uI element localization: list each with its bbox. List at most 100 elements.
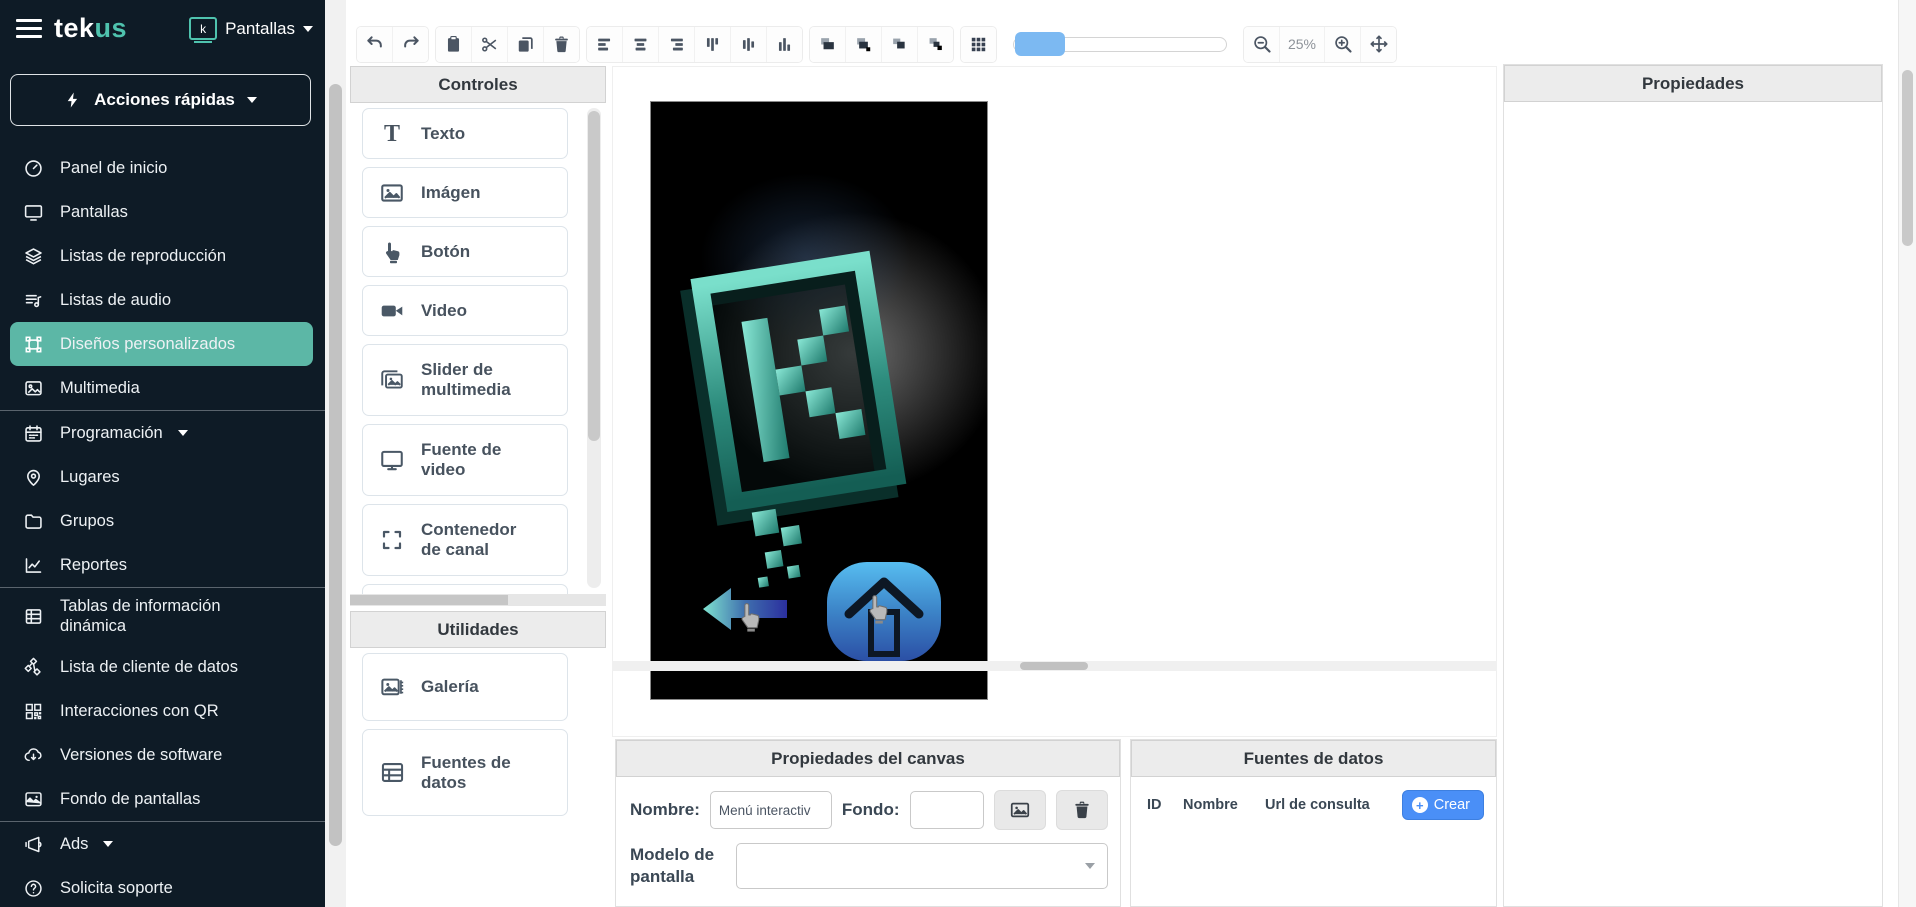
align-top-icon [703,35,722,54]
sidebar-item-ads[interactable]: Ads [0,822,325,866]
sidebar-item-solicita-soporte[interactable]: Solicita soporte [0,866,325,907]
screen-model-select[interactable] [736,843,1108,889]
sidebar-item-disenos-personalizados[interactable]: Diseños personalizados [10,322,313,366]
utility-galeria[interactable]: Galería [362,653,568,721]
send-backward-icon [890,35,909,54]
chevron-down-icon [247,97,257,103]
canvas-horizontal-scrollbar-thumb[interactable] [1020,662,1088,670]
bring-to-front-icon [818,35,837,54]
sidebar-item-multimedia[interactable]: Multimedia [0,366,325,410]
canvas-properties-row-1: Nombre: Fondo: [616,777,1120,830]
align-middle-icon [739,35,758,54]
bolt-icon [64,90,82,110]
data-sources-table-header: ID Nombre Url de consulta + Crear [1131,777,1496,820]
bring-to-front-button[interactable] [810,27,846,62]
quick-actions-button[interactable]: Acciones rápidas [10,74,311,126]
software-versions-icon [22,745,45,766]
canvas-horizontal-scrollbar [612,661,1497,671]
hamburger-menu-icon[interactable] [16,19,42,38]
controls-vertical-scrollbar-thumb[interactable] [588,111,600,441]
chevron-down-icon [103,841,113,847]
canvas-name-input[interactable] [710,791,832,829]
create-data-source-button[interactable]: + Crear [1402,790,1484,820]
bring-forward-icon [854,35,873,54]
scissors-icon [480,35,499,54]
canvas-properties-header: Propiedades del canvas [616,740,1120,777]
utility-fuentes-de-datos[interactable]: Fuentes de datos [362,729,568,816]
data-sources-panel: Fuentes de datos ID Nombre Url de consul… [1130,739,1497,907]
choose-background-image-button[interactable] [994,790,1046,830]
sidebar-item-pantallas[interactable]: Pantallas [0,190,325,234]
sidebar-item-tablas-de-informacion-dinamica[interactable]: Tablas de información dinámica [0,588,325,645]
zoom-out-icon [1252,34,1272,54]
controls-horizontal-scrollbar-thumb[interactable] [350,595,508,605]
image-icon [363,180,421,206]
sidebar-item-reportes[interactable]: Reportes [0,543,325,587]
chevron-down-icon [1085,863,1095,869]
control-imagen[interactable]: Imágen [362,167,568,218]
data-clients-icon [22,657,45,678]
multimedia-icon [22,378,45,399]
clipboard-icon [444,35,463,54]
sidebar-item-versiones-de-software[interactable]: Versiones de software [0,733,325,777]
grid-toggle-button[interactable] [961,27,996,62]
control-contenedor-de-canal[interactable]: Contenedor de canal [362,504,568,576]
video-icon [363,298,421,324]
slider-thumb[interactable] [1015,32,1065,56]
trash-icon [552,35,571,54]
sidebar-item-listas-de-audio[interactable]: Listas de audio [0,278,325,322]
bring-forward-button[interactable] [846,27,882,62]
redo-button[interactable] [393,27,428,62]
screens-dropdown[interactable]: k Pantallas [189,17,313,40]
design-canvas-area[interactable] [612,66,1497,737]
control-video[interactable]: Video [362,285,568,336]
align-top-button[interactable] [695,27,731,62]
playlists-icon [22,246,45,267]
control-boton[interactable]: Botón [362,226,568,277]
sidebar-item-panel-de-inicio[interactable]: Panel de inicio [0,146,325,190]
data-sources-header: Fuentes de datos [1131,740,1496,777]
align-middle-button[interactable] [731,27,767,62]
align-bottom-button[interactable] [767,27,802,62]
undo-button[interactable] [357,27,393,62]
sidebar-item-lista-de-cliente-de-datos[interactable]: Lista de cliente de datos [0,645,325,689]
control-partially-scrolled[interactable] [362,584,568,594]
k-logo-artwork[interactable] [677,240,939,590]
delete-button[interactable] [544,27,579,62]
clear-background-button[interactable] [1056,790,1108,830]
canvas-background-input[interactable] [910,791,984,829]
sidebar-item-programacion[interactable]: Programación [0,411,325,455]
sidebar-item-lugares[interactable]: Lugares [0,455,325,499]
sidebar-item-listas-de-reproduccion[interactable]: Listas de reproducción [0,234,325,278]
button-icon [363,240,421,264]
align-left-button[interactable] [587,27,623,62]
sidebar-item-grupos[interactable]: Grupos [0,499,325,543]
control-fuente-de-video[interactable]: Fuente de video [362,424,568,496]
zoom-out-button[interactable] [1244,27,1280,62]
ads-icon [22,834,45,855]
channel-container-icon [363,528,421,552]
page-scrollbar-thumb[interactable] [1902,70,1913,246]
sidebar-item-interacciones-con-qr[interactable]: Interacciones con QR [0,689,325,733]
pan-button[interactable] [1361,27,1396,62]
cut-button[interactable] [472,27,508,62]
align-right-button[interactable] [659,27,695,62]
send-to-back-button[interactable] [918,27,953,62]
send-backward-button[interactable] [882,27,918,62]
sidebar-scrollbar-thumb[interactable] [329,84,342,846]
control-texto[interactable]: T Texto [362,108,568,159]
background-label: Fondo: [842,800,900,820]
copy-button[interactable] [508,27,544,62]
zoom-in-button[interactable] [1325,27,1361,62]
canvas-properties-panel: Propiedades del canvas Nombre: Fondo: Mo… [615,739,1121,907]
control-slider-de-multimedia[interactable]: Slider de multimedia [362,344,568,416]
paste-button[interactable] [436,27,472,62]
design-artboard[interactable] [650,101,988,700]
align-center-button[interactable] [623,27,659,62]
screen-model-label: Modelo de pantalla [630,844,726,888]
image-icon [1009,799,1031,821]
sidebar-item-fondo-de-pantallas[interactable]: Fondo de pantallas [0,777,325,821]
hand-cursor-icon [737,602,763,632]
controls-panel-header: Controles [350,66,606,103]
grid-size-slider[interactable] [1013,37,1227,52]
